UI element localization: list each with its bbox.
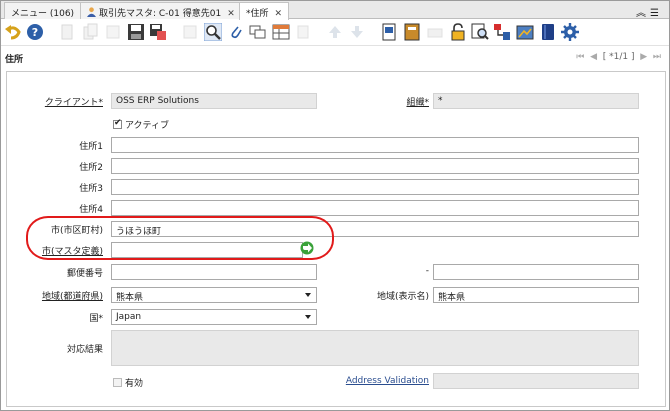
zoom-across-icon[interactable] (471, 23, 489, 41)
product-info-icon[interactable] (516, 23, 534, 41)
postal-label: 郵便番号 (66, 269, 103, 279)
window-controls: ︽☰ (636, 4, 663, 19)
document-icon[interactable] (539, 23, 557, 41)
copy-record-icon[interactable] (81, 23, 99, 41)
arrow-down-icon[interactable] (348, 23, 366, 41)
org-field: * (433, 93, 639, 109)
address2-label: 住所2 (79, 163, 103, 173)
address-validation-field (433, 373, 639, 389)
country-value: Japan (116, 312, 142, 322)
save-icon[interactable] (127, 23, 145, 41)
last-record-icon[interactable]: ⏭ (653, 52, 661, 62)
active-checkbox[interactable]: アクティブ (113, 118, 169, 131)
tab-address-label: *住所 (246, 9, 269, 19)
checkbox-icon (113, 118, 122, 129)
city-field[interactable]: うほうほ町 (111, 221, 639, 237)
postal-ext-field[interactable] (433, 264, 639, 280)
undo-icon[interactable] (4, 23, 22, 41)
tab-business-partner[interactable]: 取引先マスタ: C-01 得意先01 ✕ (80, 2, 242, 19)
address3-field[interactable] (111, 179, 639, 195)
result-field (111, 330, 639, 366)
chevron-down-icon (305, 293, 311, 297)
chevron-up-icon[interactable]: ︽ (636, 8, 650, 19)
history-icon[interactable] (294, 23, 312, 41)
city-label: 市(市区町村) (50, 226, 103, 236)
archive-icon[interactable] (403, 23, 421, 41)
close-icon[interactable]: ✕ (275, 9, 283, 19)
country-select[interactable]: Japan (111, 309, 317, 325)
result-label: 対応結果 (66, 345, 103, 355)
gear-icon[interactable] (561, 23, 579, 41)
record-counter: [ *1/1 ] (602, 52, 635, 62)
country-label[interactable]: 国* (89, 311, 103, 324)
postal-ext-label: - (425, 266, 429, 276)
chevron-down-icon (305, 315, 311, 319)
save-new-icon[interactable] (149, 23, 167, 41)
tab-address[interactable]: *住所 ✕ (239, 2, 290, 20)
address2-field[interactable] (111, 158, 639, 174)
user-icon (87, 7, 96, 17)
previous-record-icon[interactable]: ◀ (590, 52, 597, 62)
valid-label: 有効 (125, 379, 144, 389)
close-icon[interactable]: ✕ (227, 9, 235, 19)
checkbox-icon (113, 378, 122, 387)
region-display-field[interactable]: 熊本県 (433, 287, 639, 303)
region-display-label: 地域(表示名) (376, 292, 429, 302)
lock-icon[interactable] (449, 23, 467, 41)
refresh-icon[interactable] (181, 23, 199, 41)
active-label: アクティブ (125, 121, 170, 131)
menu-icon[interactable]: ☰ (650, 8, 663, 19)
address-validation-label[interactable]: Address Validation (346, 376, 429, 386)
chat-icon[interactable] (249, 23, 267, 41)
address4-field[interactable] (111, 200, 639, 216)
report-icon[interactable] (380, 23, 398, 41)
city-master-label[interactable]: 市(マスタ定義) (42, 244, 103, 257)
attachment-icon[interactable] (227, 23, 245, 41)
region-value: 熊本県 (116, 293, 144, 303)
postal-field[interactable] (111, 264, 317, 280)
new-record-icon[interactable] (58, 23, 76, 41)
client-label[interactable]: クライアント* (45, 95, 103, 108)
tab-business-partner-label: 取引先マスタ: C-01 得意先01 (99, 9, 222, 19)
org-label[interactable]: 組織* (406, 95, 429, 108)
toolbar: ? (1, 20, 669, 46)
grid-toggle-icon[interactable] (272, 23, 290, 41)
next-record-icon[interactable]: ▶ (640, 52, 647, 62)
delete-icon[interactable] (104, 23, 122, 41)
window: メニュー (106) 取引先マスタ: C-01 得意先01 ✕ *住所 ✕ ︽☰ ? (0, 0, 670, 411)
address4-label: 住所4 (79, 205, 103, 215)
region-select[interactable]: 熊本県 (111, 287, 317, 303)
help-icon[interactable]: ? (26, 23, 44, 41)
city-master-field[interactable] (111, 242, 303, 258)
print-icon[interactable] (426, 23, 444, 41)
address1-field[interactable] (111, 137, 639, 153)
workflow-icon[interactable] (493, 23, 511, 41)
go-arrow-icon[interactable] (300, 241, 314, 255)
record-navigation: ⏮ ◀ [ *1/1 ] ▶ ⏭ (576, 52, 661, 62)
find-icon[interactable] (204, 23, 222, 41)
client-field: OSS ERP Solutions (111, 93, 317, 109)
address3-label: 住所3 (79, 184, 103, 194)
svg-text:?: ? (32, 26, 38, 39)
valid-checkbox[interactable]: 有効 (113, 376, 143, 389)
page-title: 住所 (5, 55, 24, 65)
tab-menu[interactable]: メニュー (106) (4, 2, 82, 19)
address1-label: 住所1 (79, 142, 103, 152)
tab-bar: メニュー (106) 取引先マスタ: C-01 得意先01 ✕ *住所 ✕ ︽☰ (1, 1, 669, 20)
first-record-icon[interactable]: ⏮ (576, 52, 584, 62)
region-label[interactable]: 地域(都道府県) (42, 289, 103, 302)
tab-menu-label: メニュー (106) (11, 9, 75, 19)
address-form: クライアント* OSS ERP Solutions 組織* * アクティブ 住所… (6, 71, 666, 407)
arrow-up-icon[interactable] (326, 23, 344, 41)
page-header: 住所 ⏮ ◀ [ *1/1 ] ▶ ⏭ (1, 47, 669, 67)
